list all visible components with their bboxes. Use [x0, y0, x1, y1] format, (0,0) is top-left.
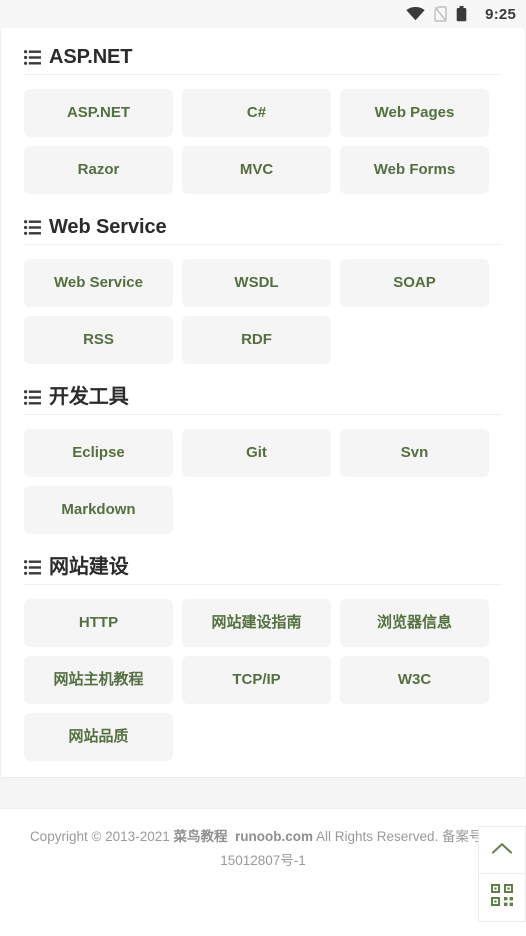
tutorial-card-label: C#: [246, 104, 267, 121]
tutorial-card-label: TCP/IP: [232, 671, 281, 688]
tutorial-card-label: MVC: [239, 161, 274, 178]
qrcode-button[interactable]: [478, 874, 526, 922]
tutorial-card[interactable]: RDF: [182, 316, 331, 364]
section-webservice: Web Service Web Service WSDL SOAP RSS RDF: [24, 216, 502, 364]
section-header: 开发工具: [24, 386, 502, 415]
list-icon: [24, 560, 41, 575]
tutorial-card-label: RSS: [83, 331, 114, 348]
content-card: ASP.NET ASP.NET C# Web Pages Razor MVC Web For…: [0, 28, 526, 778]
page-viewport[interactable]: ASP.NET ASP.NET C# Web Pages Razor MVC Web For…: [0, 28, 526, 936]
rights-text: All Rights Reserved. 备案号：: [313, 829, 497, 844]
link-grid: Eclipse Git Svn Markdown: [24, 429, 502, 534]
link-grid: ASP.NET C# Web Pages Razor MVC Web Forms: [24, 89, 502, 194]
tutorial-card-label: Web Service: [54, 274, 143, 291]
link-grid: Web Service WSDL SOAP RSS RDF: [24, 259, 502, 364]
tutorial-card-label: RDF: [241, 331, 272, 348]
site-footer: Copyright © 2013-2021 菜鸟教程 runoob.com Al…: [0, 809, 526, 883]
section-website: 网站建设 HTTP 网站建设指南 浏览器信息网站主机教程 TCP/IP W3C 网站品质: [24, 556, 502, 761]
content-inner: ASP.NET ASP.NET C# Web Pages Razor MVC Web For…: [1, 28, 525, 761]
tutorial-card-label: ASP.NET: [66, 104, 131, 121]
tutorial-card[interactable]: Web Pages: [340, 89, 489, 137]
copyright-prefix: Copyright © 2013-2021: [29, 829, 174, 844]
icp-license[interactable]: 15012807号-1: [220, 853, 306, 868]
list-icon: [24, 390, 41, 405]
chevron-up-icon: [491, 841, 513, 860]
tutorial-card[interactable]: 浏览器信息: [340, 599, 489, 647]
tutorial-card-label: 浏览器信息: [376, 614, 452, 631]
tutorial-card[interactable]: MVC: [182, 146, 331, 194]
wifi-icon: [406, 7, 425, 21]
status-bar-clock: 9:25: [485, 5, 516, 23]
site-domain-link[interactable]: runoob.com: [235, 829, 313, 844]
tutorial-card[interactable]: 网站建设指南: [182, 599, 331, 647]
battery-icon: [456, 6, 467, 22]
tutorial-card[interactable]: C#: [182, 89, 331, 137]
tutorial-card[interactable]: HTTP: [24, 599, 173, 647]
tutorial-card[interactable]: ASP.NET: [24, 89, 173, 137]
tutorial-card-label: HTTP: [78, 614, 119, 631]
status-bar: 9:25: [0, 0, 526, 28]
section-title: Web Service: [49, 216, 167, 238]
tutorial-card-label: Git: [246, 444, 267, 461]
section-title: 开发工具: [49, 386, 129, 408]
tutorial-card[interactable]: Markdown: [24, 486, 173, 534]
tutorial-card[interactable]: Git: [182, 429, 331, 477]
section-header: 网站建设: [24, 556, 502, 585]
tutorial-card[interactable]: W3C: [340, 656, 489, 704]
section-title: 网站建设: [49, 556, 129, 578]
copyright-text: Copyright © 2013-2021 菜鸟教程 runoob.com Al…: [10, 825, 516, 872]
list-icon: [24, 220, 41, 235]
footer-divider-band: [0, 778, 526, 809]
site-name-link[interactable]: 菜鸟教程: [173, 829, 227, 844]
section-aspnet: ASP.NET ASP.NET C# Web Pages Razor MVC Web For…: [24, 46, 502, 194]
tutorial-card-label: 网站主机教程: [53, 671, 144, 688]
qr-code-icon: [490, 883, 514, 912]
tutorial-card-label: Web Forms: [373, 161, 456, 178]
tutorial-card[interactable]: Svn: [340, 429, 489, 477]
tutorial-card-label: Eclipse: [72, 444, 125, 461]
floating-action-buttons: [478, 826, 526, 922]
tutorial-card-label: WSDL: [234, 274, 279, 291]
tutorial-card-label: SOAP: [393, 274, 436, 291]
tutorial-card[interactable]: Web Service: [24, 259, 173, 307]
list-icon: [24, 50, 41, 65]
tutorial-card-label: 网站建设指南: [211, 614, 302, 631]
tutorial-card[interactable]: Eclipse: [24, 429, 173, 477]
tutorial-card-label: Svn: [400, 444, 429, 461]
tutorial-card-label: Markdown: [61, 501, 136, 518]
tutorial-card-label: W3C: [397, 671, 432, 688]
scroll-to-top-button[interactable]: [478, 826, 526, 874]
tutorial-card-label: Razor: [77, 161, 120, 178]
tutorial-card[interactable]: 网站品质: [24, 713, 173, 761]
tutorial-card[interactable]: Web Forms: [340, 146, 489, 194]
status-bar-icons: 9:25: [406, 6, 516, 23]
link-grid: HTTP 网站建设指南 浏览器信息网站主机教程 TCP/IP W3C 网站品质: [24, 599, 502, 761]
tutorial-card[interactable]: 网站主机教程: [24, 656, 173, 704]
tutorial-card[interactable]: RSS: [24, 316, 173, 364]
tutorial-card[interactable]: SOAP: [340, 259, 489, 307]
section-header: Web Service: [24, 216, 502, 245]
tutorial-card-label: 网站品质: [68, 728, 129, 745]
no-sim-icon: [434, 6, 447, 22]
section-header: ASP.NET: [24, 46, 502, 75]
tutorial-card[interactable]: WSDL: [182, 259, 331, 307]
tutorial-card-label: Web Pages: [374, 104, 455, 121]
tutorial-card[interactable]: Razor: [24, 146, 173, 194]
sections-root: ASP.NET ASP.NET C# Web Pages Razor MVC Web For…: [24, 46, 502, 761]
section-devtools: 开发工具 Eclipse Git Svn Markdown: [24, 386, 502, 534]
tutorial-card[interactable]: TCP/IP: [182, 656, 331, 704]
section-title: ASP.NET: [49, 46, 133, 68]
